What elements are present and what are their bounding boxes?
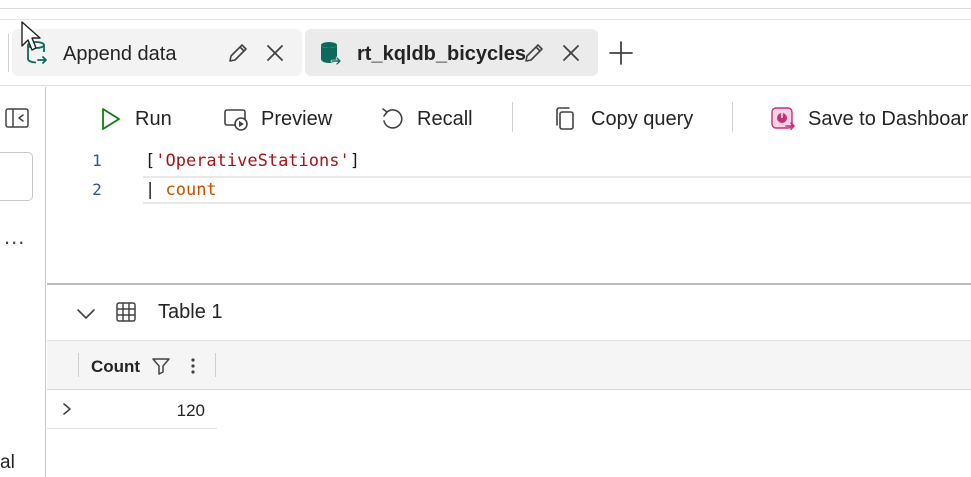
line-number: 2 [92,180,102,199]
filter-icon[interactable] [151,356,171,376]
window-top-strip [0,0,971,20]
pencil-icon[interactable] [522,41,546,65]
copy-query-label: Copy query [591,107,694,130]
tab-label: Append data [63,43,177,65]
tab-label: rt_kqldb_bicycles [357,43,526,65]
copy-icon [556,107,574,130]
preview-button[interactable]: Preview [223,103,332,135]
toolbar-separator [512,102,513,132]
code-text: ['OperativeStations'] [145,151,360,171]
pencil-icon[interactable] [226,41,250,65]
column-separator[interactable] [215,353,216,377]
dashboard-icon [771,107,795,130]
code-line-current: 2 | count [47,176,971,204]
tab-bar: Append data rt_kqldb_bicycles [0,20,971,86]
recall-button[interactable]: Recall [379,103,473,135]
line-number: 1 [92,151,102,170]
results-pane: Table 1 Count 120 [47,287,971,477]
more-options-button[interactable]: ... [4,226,25,248]
result-table-title[interactable]: Table 1 [158,301,223,324]
count-cell: 120 [176,401,205,420]
tab-divider [8,34,9,72]
query-editor[interactable]: 1 ['OperativeStations'] 2 | count [47,147,971,285]
kql-database-icon [321,42,342,66]
code-token: [ [145,151,156,171]
code-line: 1 ['OperativeStations'] [47,147,971,175]
code-token: | [145,180,166,200]
recall-label: Recall [417,107,473,130]
rail-search-box[interactable] [0,152,33,201]
mouse-cursor-icon [21,21,41,51]
tab-append-data[interactable]: Append data [12,29,302,76]
chevron-down-icon[interactable] [75,303,97,325]
chevron-right-icon[interactable] [59,401,75,417]
copy-query-button[interactable]: Copy query [553,103,693,135]
left-rail: ... al [0,87,46,477]
close-icon[interactable] [559,41,583,65]
run-label: Run [135,107,172,130]
current-line-highlight [143,176,971,204]
kebab-icon[interactable] [183,356,203,376]
code-token: 'OperativeStations' [155,151,350,171]
recall-icon [382,108,403,129]
query-toolbar: Run Preview Recall Copy query Save to Da… [47,87,971,147]
plus-icon[interactable] [607,39,635,67]
play-icon [102,108,120,130]
code-text: | count [145,180,217,200]
table-icon [116,302,136,322]
collapse-pane-icon[interactable] [4,107,30,129]
save-to-dashboard-label: Save to Dashboar [808,107,969,130]
toolbar-separator [732,102,733,132]
code-token: ] [349,151,360,171]
close-icon[interactable] [263,41,287,65]
run-button[interactable]: Run [97,103,172,135]
table-row[interactable]: 120 [47,391,217,429]
save-to-dashboard-button[interactable]: Save to Dashboar [770,103,968,135]
preview-icon [224,109,248,131]
preview-label: Preview [261,107,333,130]
tab-rt-kqldb-bicycles[interactable]: rt_kqldb_bicycles [305,29,598,76]
column-header-count[interactable]: Count [91,357,140,377]
code-token: count [165,180,217,200]
rail-partial-label: al [0,452,15,473]
column-separator [78,353,79,377]
grid-header: Count [47,340,971,390]
